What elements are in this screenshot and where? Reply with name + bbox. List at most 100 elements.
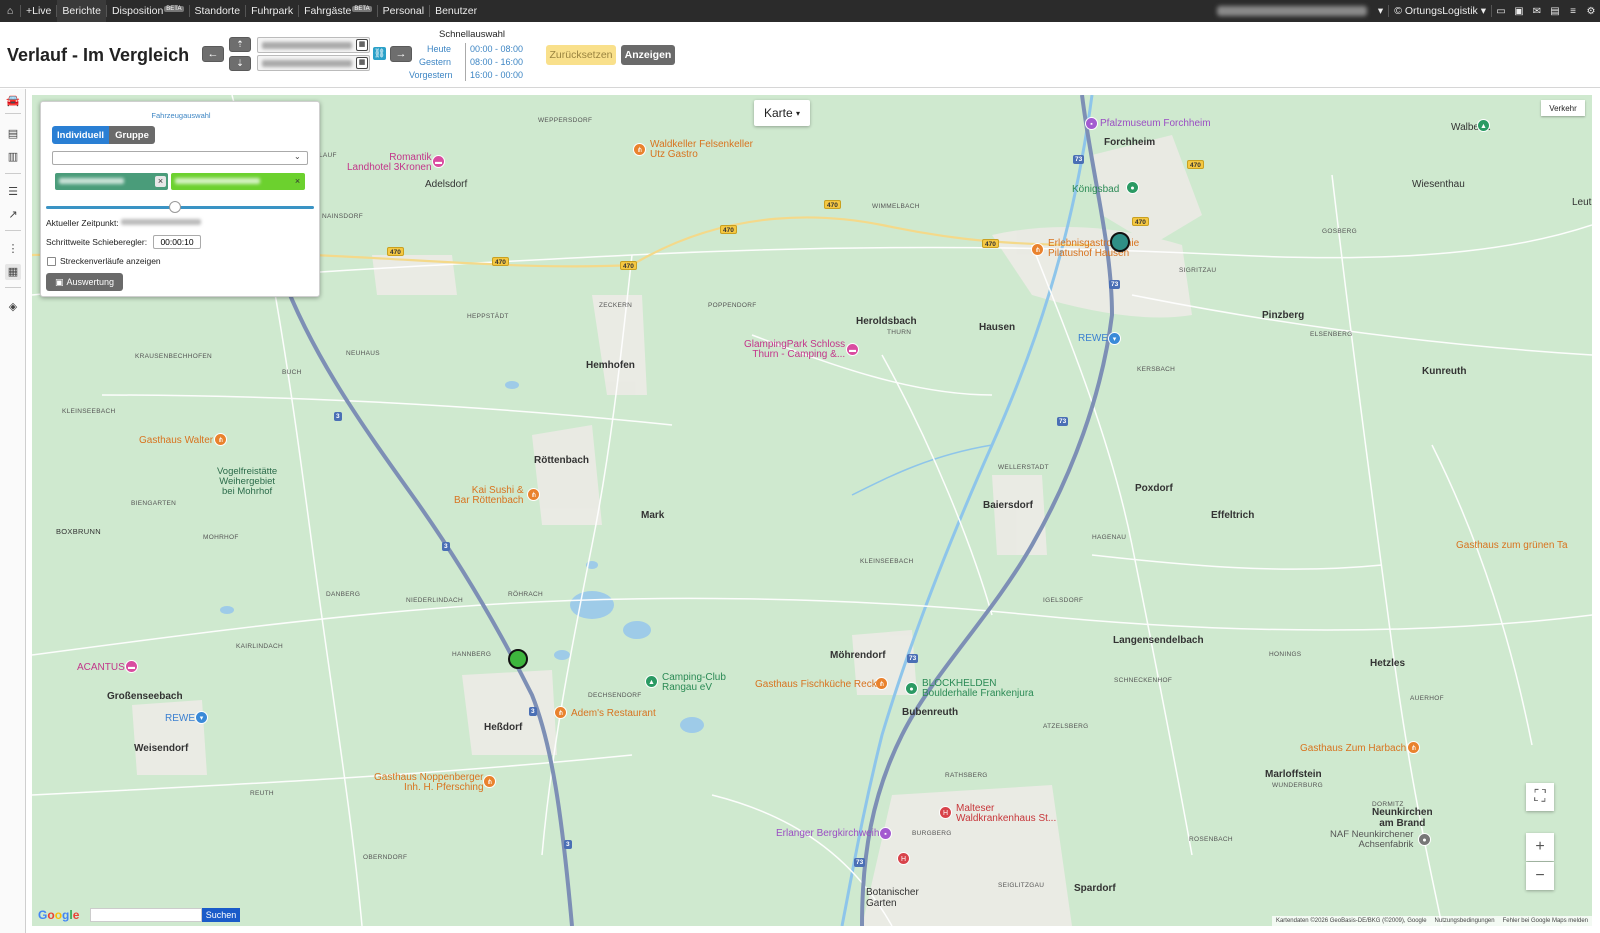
map-search-input[interactable] — [90, 908, 202, 922]
quick-yesterday[interactable]: Gestern — [409, 57, 451, 67]
gear-icon[interactable]: ⚙ — [1582, 6, 1600, 17]
step-input[interactable]: 00:00:10 — [153, 235, 201, 249]
date-range-1-input[interactable]: ▦ — [257, 37, 370, 53]
close-icon[interactable]: × — [155, 176, 166, 187]
company-dropdown[interactable]: © OrtungsLogistik ▾ — [1389, 5, 1491, 17]
time-slider-thumb[interactable] — [168, 201, 181, 213]
window-icon[interactable]: ▣ — [1510, 6, 1528, 17]
nav-live[interactable]: +Live — [21, 0, 56, 22]
divider — [5, 230, 21, 231]
nav-benutzer[interactable]: Benutzer — [430, 0, 482, 22]
poi-pin-icon[interactable]: ● — [1418, 833, 1431, 846]
terms-link[interactable]: Nutzungsbedingungen — [1435, 918, 1495, 924]
mail-icon[interactable]: ✉ — [1528, 6, 1546, 17]
list-icon[interactable]: ▥ — [5, 149, 21, 165]
restaurant-pin-icon[interactable]: ⋔ — [875, 677, 888, 690]
tree-icon[interactable]: ☰ — [5, 184, 21, 200]
monitor-icon[interactable]: ▤ — [1546, 6, 1564, 17]
map-search-button[interactable]: Suchen — [202, 908, 240, 922]
attribution-text: Kartendaten ©2026 GeoBasis-DE/BKG (©2009… — [1275, 918, 1427, 924]
calendar-icon[interactable]: ▦ — [356, 39, 368, 51]
quick-time-1[interactable]: 00:00 - 08:00 — [470, 44, 523, 54]
shopping-pin-icon[interactable]: ▾ — [1108, 332, 1121, 345]
map-icon[interactable]: ▦ — [5, 264, 21, 280]
date-range-2-input[interactable]: ▦ — [257, 55, 370, 71]
shopping-pin-icon[interactable]: ▾ — [195, 711, 208, 724]
nav-standorte[interactable]: Standorte — [190, 0, 246, 22]
show-button[interactable]: Anzeigen — [621, 45, 675, 65]
quick-today[interactable]: Heute — [409, 44, 451, 54]
camping-pin-icon[interactable]: ▲ — [645, 675, 658, 688]
tab-group[interactable]: Gruppe — [109, 126, 155, 144]
swap-down-button[interactable]: ⇣ — [229, 56, 251, 71]
vehicle-marker-2[interactable] — [1110, 232, 1130, 252]
tab-individual[interactable]: Individuell — [52, 126, 109, 144]
vehicle-chip-1[interactable]: × — [55, 173, 168, 190]
road-shield: 73 — [1073, 155, 1085, 164]
page-title: Verlauf - Im Vergleich — [7, 45, 190, 65]
arrow-down-icon: ⇣ — [236, 58, 244, 68]
restaurant-pin-icon[interactable]: ⋔ — [633, 143, 646, 156]
event-pin-icon[interactable]: ▪ — [879, 827, 892, 840]
restaurant-pin-icon[interactable]: ⋔ — [527, 488, 540, 501]
screen-icon[interactable]: ▭ — [1492, 6, 1510, 17]
hospital-pin-icon[interactable]: H — [897, 852, 910, 865]
traffic-toggle[interactable]: Verkehr — [1541, 100, 1585, 116]
evaluate-button[interactable]: ▣ Auswertung — [46, 273, 123, 291]
user-name-blurred[interactable] — [1216, 6, 1367, 16]
route-icon[interactable]: ◈ — [5, 299, 21, 315]
vehicle-marker-1[interactable] — [508, 649, 528, 669]
bullet-list-icon[interactable]: ⋮ — [5, 241, 21, 257]
routes-checkbox[interactable] — [47, 257, 56, 266]
chart-icon[interactable]: ↗ — [5, 207, 21, 223]
car-icon[interactable]: 🚘 — [5, 93, 21, 109]
road-shield: 3 — [564, 840, 572, 849]
menu-icon[interactable]: ≡ — [1564, 6, 1582, 17]
nav-personal[interactable]: Personal — [378, 0, 429, 22]
fullscreen-button[interactable]: ⛶ — [1526, 783, 1554, 811]
current-time-blurred — [121, 219, 201, 225]
restaurant-pin-icon[interactable]: ⋔ — [483, 775, 496, 788]
google-logo: Google — [38, 908, 80, 922]
quick-time-3[interactable]: 16:00 - 00:00 — [470, 70, 523, 80]
zoom-in-button[interactable]: + — [1526, 833, 1554, 861]
hotel-pin-icon[interactable]: ▬ — [846, 343, 859, 356]
previous-period-button[interactable]: ← — [202, 46, 224, 62]
home-icon[interactable]: ⌂ — [0, 0, 20, 22]
reset-button[interactable]: Zurücksetzen — [546, 45, 616, 65]
map-type-dropdown[interactable]: Karte ▾ — [754, 100, 810, 126]
restaurant-pin-icon[interactable]: ⋔ — [1031, 243, 1044, 256]
report-icon[interactable]: ▤ — [5, 126, 21, 142]
poi-pin-icon[interactable]: ● — [905, 682, 918, 695]
vehicle-name-blurred — [59, 178, 124, 184]
hotel-pin-icon[interactable]: ▬ — [125, 660, 138, 673]
hospital-pin-icon[interactable]: H — [939, 806, 952, 819]
close-icon[interactable]: × — [292, 176, 303, 187]
user-dropdown-caret-icon[interactable]: ▾ — [1373, 5, 1388, 17]
nav-disposition[interactable]: Disposition BETA — [107, 0, 189, 22]
top-navigation: ⌂ +Live Berichte Disposition BETA Standor… — [0, 0, 1600, 22]
restaurant-pin-icon[interactable]: ⋔ — [1407, 741, 1420, 754]
swap-up-button[interactable]: ⇡ — [229, 37, 251, 52]
mountain-pin-icon[interactable]: ▲ — [1477, 119, 1490, 132]
road-shield: 470 — [387, 247, 404, 256]
poi-pin-icon[interactable]: ● — [1126, 181, 1139, 194]
road-shield: 73 — [907, 654, 919, 663]
nav-berichte[interactable]: Berichte — [57, 0, 106, 22]
link-icon[interactable]: ⛓ — [373, 47, 386, 60]
hotel-pin-icon[interactable]: ▬ — [432, 155, 445, 168]
nav-fahrgaeste[interactable]: Fahrgäste BETA — [299, 0, 377, 22]
vehicle-select[interactable] — [52, 151, 308, 165]
restaurant-pin-icon[interactable]: ⋔ — [214, 433, 227, 446]
report-error-link[interactable]: Fehler bei Google Maps melden — [1503, 918, 1588, 924]
museum-pin-icon[interactable]: ▪ — [1085, 117, 1098, 130]
calendar-icon[interactable]: ▦ — [356, 57, 368, 69]
step-label: Schrittweite Schieberegler: — [46, 237, 148, 247]
nav-fuhrpark[interactable]: Fuhrpark — [246, 0, 298, 22]
restaurant-pin-icon[interactable]: ⋔ — [554, 706, 567, 719]
map-attribution: Kartendaten ©2026 GeoBasis-DE/BKG (©2009… — [1271, 916, 1592, 926]
quick-time-2[interactable]: 08:00 - 16:00 — [470, 57, 523, 67]
zoom-out-button[interactable]: − — [1526, 862, 1554, 890]
vehicle-chip-2[interactable]: × — [171, 173, 305, 190]
quick-day-before[interactable]: Vorgestern — [409, 70, 453, 80]
